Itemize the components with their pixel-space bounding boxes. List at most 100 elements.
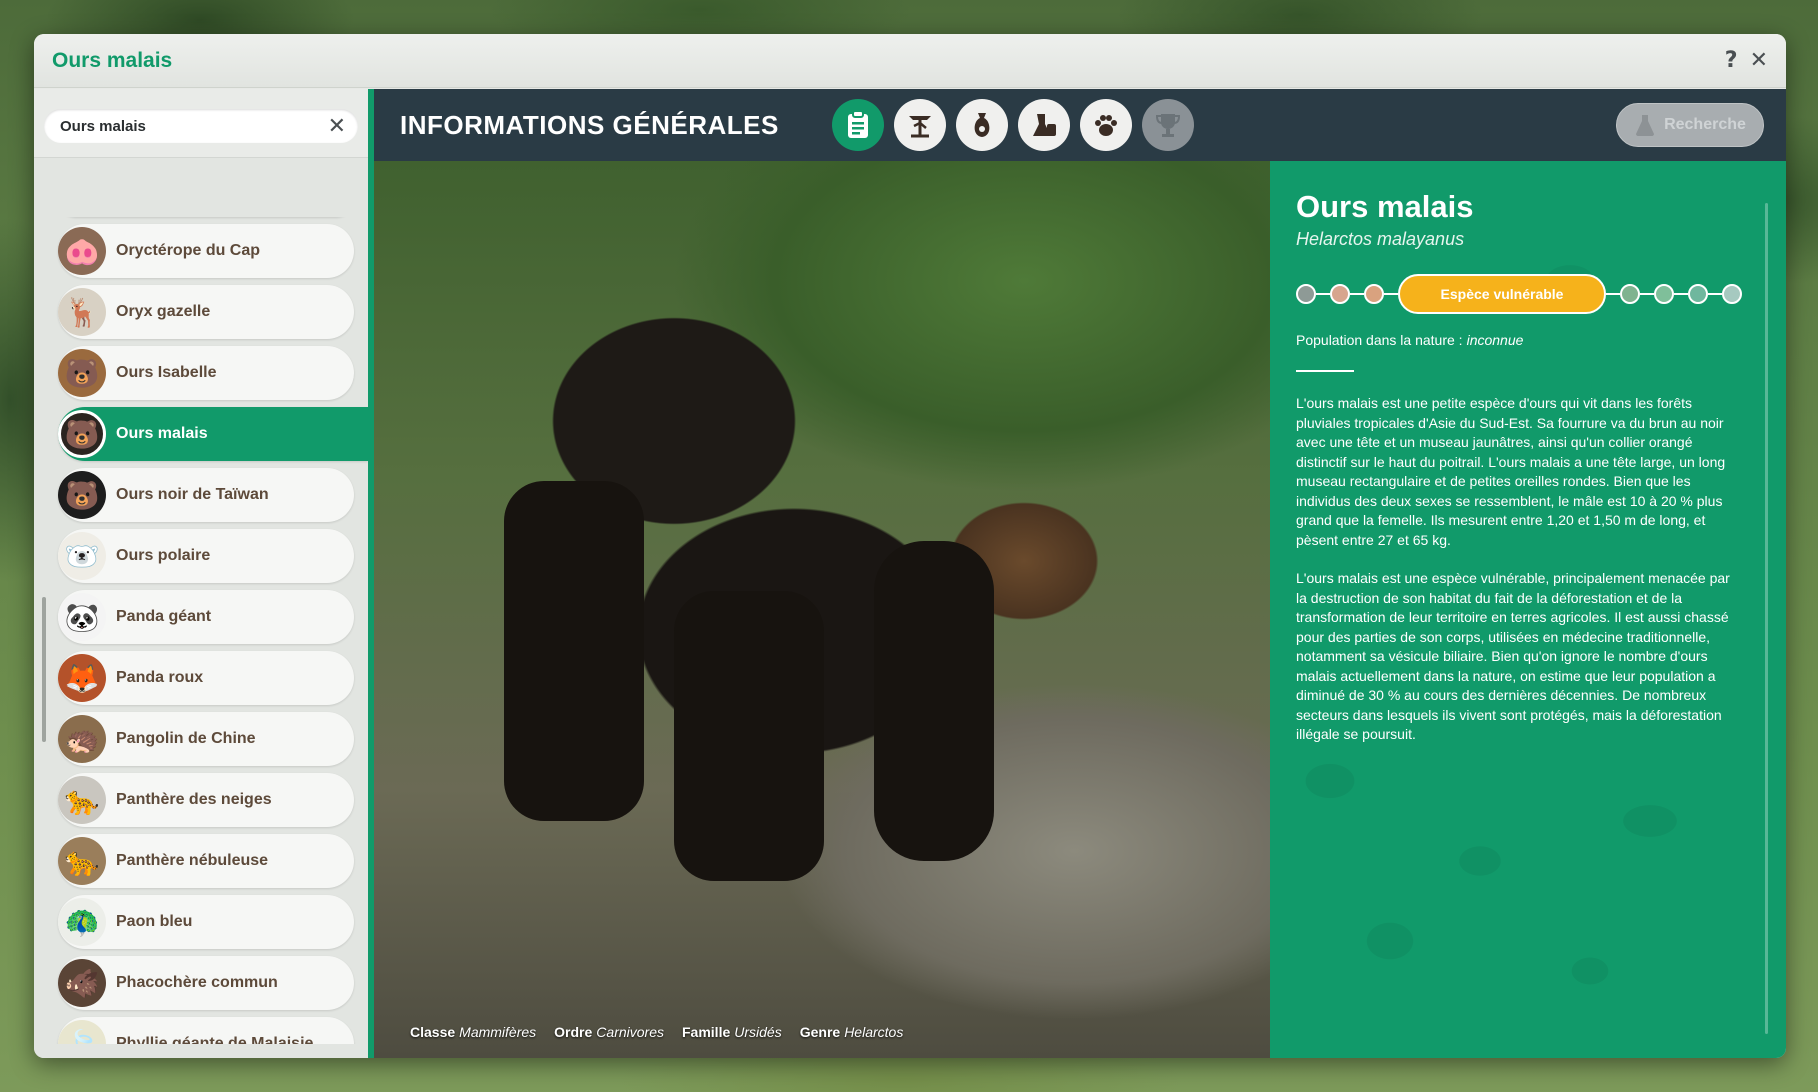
list-item[interactable]: 🐆 Panthère nébuleuse: [58, 834, 354, 888]
leaf-insect-icon: 🍃: [58, 1020, 106, 1044]
list-item-label: Panthère nébuleuse: [116, 852, 269, 869]
help-icon[interactable]: ?: [1725, 48, 1738, 73]
list-item-label: Panda géant: [116, 608, 212, 625]
species-description: L'ours malais est une petite espèce d'ou…: [1296, 394, 1744, 745]
polar-bear-icon: 🐻‍❄️: [58, 532, 106, 580]
research-button[interactable]: Recherche: [1616, 103, 1764, 147]
tab-enrichment[interactable]: [1018, 99, 1070, 151]
taxonomy-family: Famille Ursidés: [682, 1024, 782, 1040]
status-level-dot: [1654, 284, 1674, 304]
list-item[interactable]: 🦚 Paon bleu: [58, 895, 354, 949]
window-actions: ? ✕: [1725, 48, 1768, 73]
red-panda-icon: 🦊: [58, 654, 106, 702]
conservation-status-scale: Espèce vulnérable: [1296, 274, 1746, 314]
list-item-label: Phacochère commun: [116, 974, 278, 991]
list-item[interactable]: 🦊 Panda roux: [58, 651, 354, 705]
list-item-label: Oryctérope du Cap: [116, 242, 261, 259]
giant-panda-icon: 🐼: [58, 593, 106, 641]
section-title: INFORMATIONS GÉNÉRALES: [400, 109, 779, 140]
brown-bear-icon: 🐻: [58, 349, 106, 397]
divider: [1296, 370, 1354, 372]
photo-bear-shape: [874, 541, 994, 861]
tab-habitat[interactable]: [894, 99, 946, 151]
status-level-dot: [1330, 284, 1350, 304]
status-connector: [1316, 293, 1330, 295]
list-item-label: Panda roux: [116, 669, 204, 686]
food-sack-icon: [974, 113, 990, 137]
tab-achievements[interactable]: [1142, 99, 1194, 151]
list-item-label: Ours noir de Taïwan: [116, 486, 269, 503]
species-latin-name: Helarctos malayanus: [1296, 229, 1465, 249]
oryx-icon: 🦌: [58, 288, 106, 336]
list-item[interactable]: 🦔 Pangolin de Chine: [58, 712, 354, 766]
clouded-leopard-icon: 🐆: [58, 837, 106, 885]
search-area: ✕: [34, 89, 368, 158]
search-box: ✕: [44, 109, 358, 143]
taxonomy-bar: Classe Mammifères Ordre Carnivores Famille…: [410, 1024, 903, 1040]
clipboard-icon: [848, 110, 868, 138]
status-level-dot: [1364, 284, 1384, 304]
status-level-dot: [1620, 284, 1640, 304]
photo-bear-shape: [504, 481, 644, 821]
status-level-dot: [1722, 284, 1742, 304]
animal-sidebar: ✕ 🐽 Oryctérope du Cap 🦌 Oryx gazelle 🐻 Ours I…: [34, 89, 368, 1058]
tab-behaviour[interactable]: [1080, 99, 1132, 151]
snow-leopard-icon: 🐆: [58, 776, 106, 824]
list-item[interactable]: 🐻 Ours noir de Taïwan: [58, 468, 354, 522]
population-value: inconnue: [1466, 332, 1524, 348]
list-item[interactable]: 🐽 Oryctérope du Cap: [58, 224, 354, 278]
list-item-label: Ours malais: [116, 425, 208, 442]
title-bar: Ours malais ? ✕: [34, 34, 1786, 88]
list-item-label: Pangolin de Chine: [116, 730, 256, 747]
warthog-icon: 🐗: [58, 959, 106, 1007]
taxonomy-genus: Genre Helarctos: [799, 1024, 904, 1040]
taxonomy-class: Classe Mammifères: [410, 1024, 537, 1040]
animal-list-inner: 🐽 Oryctérope du Cap 🦌 Oryx gazelle 🐻 Ours Isa…: [34, 217, 368, 1044]
animal-list[interactable]: 🐽 Oryctérope du Cap 🦌 Oryx gazelle 🐻 Ours Isa…: [34, 217, 368, 1044]
list-item[interactable]: 🍃 Phyllie géante de Malaisie: [58, 1017, 354, 1044]
status-connector: [1384, 293, 1398, 295]
sidebar-scrollbar[interactable]: [42, 597, 46, 742]
status-level-dot: [1296, 284, 1316, 304]
list-item[interactable]: 🐆 Panthère des neiges: [58, 773, 354, 827]
research-label: Recherche: [1664, 116, 1746, 133]
list-item[interactable]: 🐗 Phacochère commun: [58, 956, 354, 1010]
list-item-label: Ours polaire: [116, 547, 211, 564]
search-input[interactable]: [60, 117, 328, 135]
status-level-dot: [1688, 284, 1708, 304]
status-connector: [1708, 293, 1722, 295]
pangolin-icon: 🦔: [58, 715, 106, 763]
tab-general-info[interactable]: [832, 99, 884, 151]
main-panel: INFORMATIONS GÉNÉRALES Recherche Classe …: [368, 89, 1786, 1058]
status-connector: [1674, 293, 1688, 295]
list-item[interactable]: 🐻‍❄️ Ours polaire: [58, 529, 354, 583]
habitat-icon: [909, 116, 931, 138]
list-item-label: Panthère des neiges: [116, 791, 272, 808]
animal-info-window: Ours malais ? ✕ ✕ 🐽 Oryctérope du Cap 🦌 Ory…: [34, 34, 1786, 1058]
window-title: Ours malais: [52, 48, 173, 72]
info-scrollbar[interactable]: [1765, 203, 1768, 1034]
status-connector: [1350, 293, 1364, 295]
section-header: INFORMATIONS GÉNÉRALES Recherche: [374, 89, 1786, 161]
list-item[interactable]: 🦌 Oryx gazelle: [58, 285, 354, 339]
description-paragraph: L'ours malais est une petite espèce d'ou…: [1296, 395, 1726, 548]
species-info-panel: Ours malais Helarctos malayanus Espèce v…: [1270, 161, 1786, 1058]
taxonomy-order: Ordre Carnivores: [554, 1024, 664, 1040]
status-badge: Espèce vulnérable: [1398, 274, 1606, 314]
tab-food[interactable]: [956, 99, 1008, 151]
status-connector: [1606, 293, 1620, 295]
aardvark-icon: 🐽: [58, 227, 106, 275]
close-icon[interactable]: ✕: [1750, 48, 1768, 73]
list-item-label: Paon bleu: [116, 913, 193, 930]
trophy-icon: [1155, 114, 1181, 137]
clear-search-icon[interactable]: ✕: [328, 114, 346, 139]
animal-photo: Classe Mammifères Ordre Carnivores Famille…: [374, 161, 1270, 1058]
list-item[interactable]: 🐻 Ours malais: [58, 407, 368, 461]
list-item[interactable]: 🐻 Ours Isabelle: [58, 346, 354, 400]
paw-icon: [1095, 115, 1117, 136]
info-tabs: [832, 99, 1194, 151]
peacock-icon: 🦚: [58, 898, 106, 946]
list-item[interactable]: 🐼 Panda géant: [58, 590, 354, 644]
status-connector: [1640, 293, 1654, 295]
list-item-label: Oryx gazelle: [116, 303, 211, 320]
